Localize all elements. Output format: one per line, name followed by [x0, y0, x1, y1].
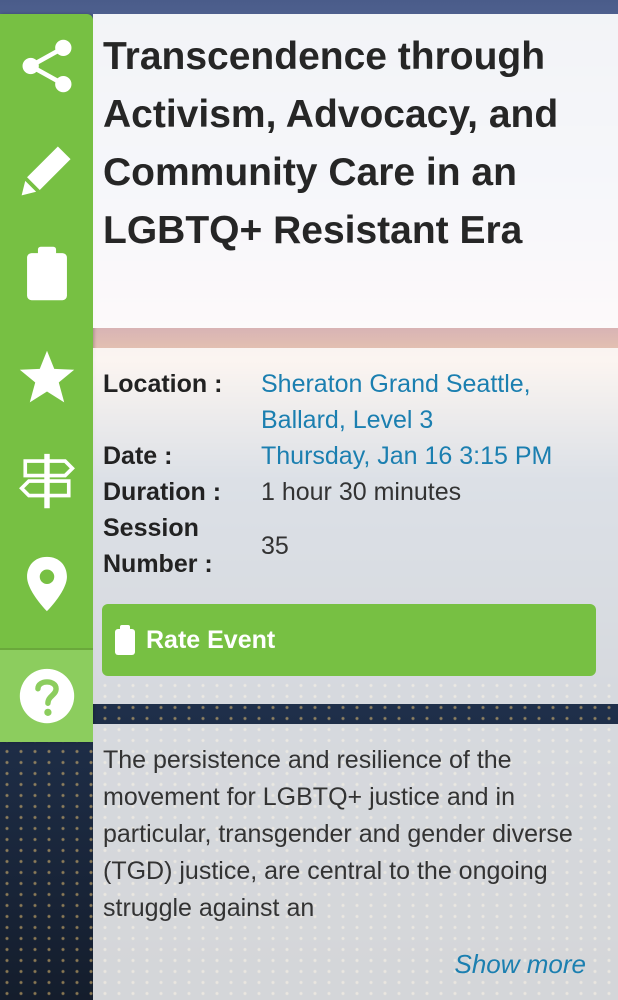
help-icon — [19, 668, 74, 724]
clipboard-icon — [115, 625, 135, 655]
star-icon — [19, 350, 74, 403]
show-more-link[interactable]: Show more — [455, 949, 587, 980]
rate-event-label: Rate Event — [146, 625, 276, 654]
map-pin-icon — [26, 557, 67, 612]
session-row: Session Number : 35 — [103, 510, 608, 582]
date-row: Date : Thursday, Jan 16 3:15 PM — [103, 438, 608, 474]
clipboard-icon — [26, 246, 67, 301]
directions-button[interactable] — [0, 429, 93, 533]
share-button[interactable] — [0, 14, 93, 118]
share-icon — [22, 39, 71, 93]
location-label: Location : — [103, 370, 223, 398]
duration-row: Duration : 1 hour 30 minutes — [103, 474, 608, 510]
favorite-button[interactable] — [0, 325, 93, 429]
duration-value: 1 hour 30 minutes — [261, 478, 462, 506]
map-button[interactable] — [0, 533, 93, 637]
session-value: 35 — [261, 532, 289, 560]
clipboard-button[interactable] — [0, 221, 93, 325]
location-row: Location : Sheraton Grand Seattle, Balla… — [103, 366, 608, 438]
location-link[interactable]: Sheraton Grand Seattle, Ballard, Level 3 — [261, 366, 608, 438]
side-toolbar — [0, 14, 93, 742]
event-description: The persistence and resilience of the mo… — [103, 746, 573, 922]
help-button[interactable] — [0, 648, 93, 742]
event-title: Transcendence through Activism, Advocacy… — [103, 35, 559, 252]
event-details-card: Location : Sheraton Grand Seattle, Balla… — [93, 348, 618, 704]
signpost-icon — [18, 453, 75, 508]
edit-notes-button[interactable] — [0, 118, 93, 222]
date-label: Date : — [103, 442, 173, 470]
rate-event-button[interactable]: Rate Event — [102, 604, 596, 676]
description-card: The persistence and resilience of the mo… — [93, 724, 618, 1000]
pencil-icon — [21, 145, 71, 195]
date-link[interactable]: Thursday, Jan 16 3:15 PM — [261, 438, 608, 474]
event-title-card: Transcendence through Activism, Advocacy… — [93, 14, 618, 328]
duration-label: Duration : — [103, 478, 222, 506]
session-label: Session Number : — [103, 514, 213, 578]
